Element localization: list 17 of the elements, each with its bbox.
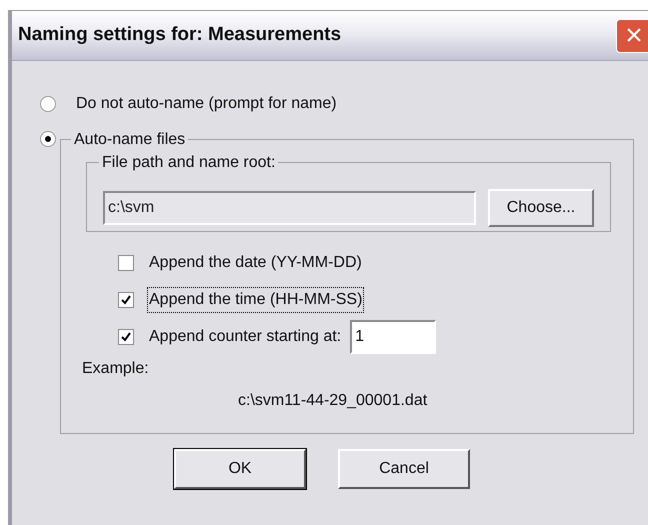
dialog-button[interactable]: OK	[174, 449, 306, 489]
counter-field[interactable]: 1	[350, 320, 436, 354]
checkbox-label: Append the date (YY-MM-DD)	[148, 252, 363, 272]
option-label: Do not auto-name (prompt for name)	[76, 94, 337, 114]
checkbox[interactable]	[118, 254, 134, 270]
window-title: Naming settings for: Measurements	[18, 23, 342, 48]
checkbox[interactable]	[118, 328, 134, 344]
dialog-button[interactable]: Cancel	[338, 449, 470, 489]
checkbox[interactable]	[118, 292, 134, 308]
radio-button[interactable]	[40, 96, 56, 112]
example-label: Example:	[82, 359, 150, 379]
radio-button[interactable]	[40, 131, 56, 147]
checkbox-label: Append the time (HH-MM-SS)	[148, 288, 364, 312]
example-path: c:\svm11-44-29_00001.dat	[238, 391, 428, 411]
close-button[interactable]: ×	[616, 18, 648, 52]
checkbox-label: Append counter starting at:	[148, 326, 342, 346]
choose-button[interactable]: Choose...	[488, 189, 594, 227]
